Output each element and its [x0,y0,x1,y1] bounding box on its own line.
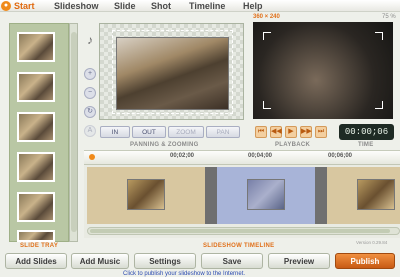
crop-frame[interactable] [112,30,233,114]
pan-in-button[interactable]: IN [100,126,130,138]
zoom-in-icon[interactable]: + [84,68,96,80]
slide-preview[interactable] [99,23,244,120]
menu-bar: ● Start Slideshow Slide Shot Timeline He… [0,0,400,12]
preview-button[interactable]: Preview [268,253,330,269]
rotate-icon[interactable]: ↻ [84,106,96,118]
menu-help[interactable]: Help [243,0,263,12]
slide-thumbnail[interactable] [17,112,55,142]
zoom-button[interactable]: ZOOM [168,126,204,138]
pan-out-button[interactable]: OUT [132,126,166,138]
timeline-clip[interactable] [87,167,205,224]
frame-corner [375,32,383,40]
timeline-clip[interactable] [327,167,400,224]
playback-window [253,22,393,119]
menu-start[interactable]: Start [14,0,35,12]
add-music-button[interactable]: Add Music [71,253,129,269]
timeline-clip[interactable] [217,167,315,224]
playhead-icon[interactable] [89,154,95,160]
logo-icon: ● [1,1,11,11]
caption-icon[interactable]: A [84,125,96,137]
clip-thumbnail [247,179,285,210]
music-note-icon[interactable]: ♪ [84,34,96,47]
timeline-scrollbar[interactable] [87,227,400,235]
slideshow-timeline: 00;02;00 00;04;00 00;06;00 [84,150,400,238]
transition-marker[interactable] [315,167,327,224]
zoom-label: ZOOM [176,129,196,136]
in-label: IN [111,129,119,136]
frame-corner [375,101,383,109]
tray-scrollbar[interactable] [69,23,78,242]
slide-thumbnail[interactable] [17,230,55,242]
playback-label: PLAYBACK [275,142,311,148]
pan-label: PAN [216,129,230,136]
panning-zooming-label: PANNING & ZOOMING [130,142,199,148]
rewind-icon[interactable]: ◀◀ [270,126,282,138]
settings-button[interactable]: Settings [134,253,196,269]
timeline-ruler[interactable]: 00;02;00 00;04;00 00;06;00 [84,151,400,165]
save-button[interactable]: Save [201,253,263,269]
slide-thumbnail[interactable] [17,192,55,222]
menu-shot[interactable]: Shot [151,0,171,12]
frame-corner [263,101,271,109]
ruler-tick: 00;02;00 [170,153,195,159]
publish-button[interactable]: Publish [335,253,395,269]
clip-thumbnail [127,179,165,210]
slide-tray-label: SLIDE TRAY [20,243,59,249]
fast-forward-icon[interactable]: ▶▶ [300,126,312,138]
slideshow-editor: ● Start Slideshow Slide Shot Timeline He… [0,0,400,277]
time-display: 00:00;06 [339,124,394,140]
play-icon[interactable]: ▶ [285,126,297,138]
slide-thumbnail[interactable] [17,32,55,62]
tray-scroll-thumb[interactable] [71,32,77,232]
slide-tray [9,23,69,242]
out-label: OUT [142,129,156,136]
playback-zoom: 75 % [382,14,396,20]
timeline-track [87,167,400,224]
timeline-scroll-thumb[interactable] [90,229,390,233]
skip-forward-icon[interactable]: ⏭ [315,126,327,138]
skip-back-icon[interactable]: ⏮ [255,126,267,138]
playback-resolution: 360 × 240 [253,14,280,20]
publish-hint[interactable]: Click to publish your slideshow to the I… [123,271,245,277]
time-label: TIME [358,142,374,148]
version-text: Version 0.29.84 [356,240,388,245]
menu-slide[interactable]: Slide [114,0,136,12]
timeline-label: SLIDESHOW TIMELINE [203,243,275,249]
clip-thumbnail [357,179,395,210]
menu-timeline[interactable]: Timeline [189,0,225,12]
zoom-out-icon[interactable]: − [84,87,96,99]
transition-marker[interactable] [205,167,217,224]
slide-thumbnail[interactable] [17,152,55,182]
slide-thumbnail[interactable] [17,72,55,102]
ruler-tick: 00;04;00 [248,153,273,159]
frame-corner [263,32,271,40]
pan-button[interactable]: PAN [206,126,240,138]
menu-slideshow[interactable]: Slideshow [54,0,99,12]
ruler-tick: 00;06;00 [328,153,353,159]
add-slides-button[interactable]: Add Slides [5,253,67,269]
